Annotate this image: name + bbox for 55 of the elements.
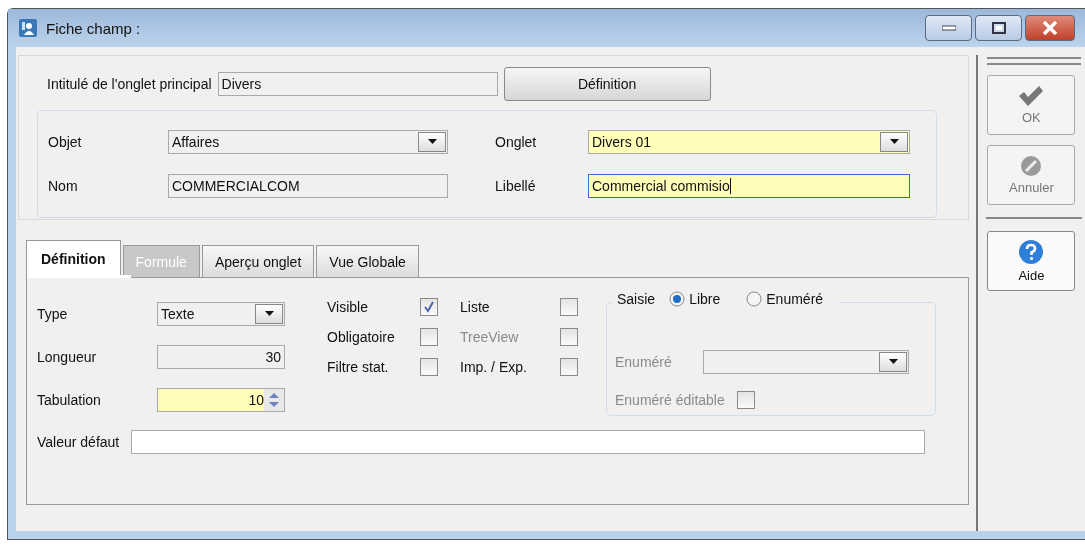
spinner-arrows-icon[interactable] — [264, 389, 284, 412]
field-label: Enuméré — [615, 354, 673, 370]
checkmark-icon — [1018, 85, 1045, 107]
radio-icon[interactable] — [746, 291, 763, 307]
checkbox-label: TreeView — [460, 329, 520, 345]
text-field[interactable] — [131, 430, 926, 454]
checkbox[interactable] — [420, 358, 438, 376]
checkbox[interactable] — [560, 358, 578, 376]
close-icon — [1042, 21, 1058, 35]
readonly-field[interactable]: 30 — [157, 345, 285, 369]
dropdown-field[interactable]: Divers 01 — [588, 130, 910, 154]
readonly-field[interactable]: Divers — [217, 72, 498, 96]
checkbox[interactable] — [420, 328, 438, 346]
checkbox[interactable] — [420, 298, 438, 316]
checkbox-label: Imp. / Exp. — [460, 359, 528, 375]
field-label: Intitulé de l'onglet principal — [47, 76, 212, 92]
checkbox-label: Visible — [327, 299, 369, 315]
close-button[interactable] — [1025, 15, 1075, 41]
checkbox-label: Enuméré éditable — [615, 392, 725, 408]
help-button[interactable]: Aide — [987, 231, 1076, 291]
dropdown-field[interactable]: Texte — [157, 301, 285, 326]
text-field[interactable]: Commercial commisio — [588, 174, 910, 198]
field-label: Objet — [48, 134, 83, 150]
no-entry-icon — [1020, 155, 1043, 177]
definition-button[interactable]: Définition — [503, 67, 711, 101]
field-label: Tabulation — [37, 392, 102, 409]
dropdown-field[interactable]: Affaires — [168, 130, 448, 154]
checkbox[interactable] — [560, 298, 578, 316]
field-label: Valeur défaut — [37, 434, 120, 450]
minimize-icon — [941, 25, 956, 31]
field-label: Libellé — [495, 178, 537, 194]
help-icon — [1018, 239, 1045, 265]
field-label: Longueur — [37, 349, 98, 365]
field-label: Nom — [48, 178, 79, 194]
spinner-field[interactable]: 10 — [157, 388, 285, 413]
checkbox-label: Filtre stat. — [327, 359, 390, 375]
minimize-button[interactable] — [925, 15, 972, 41]
tab[interactable]: Définition — [26, 240, 121, 277]
window-title: Fiche champ : — [46, 19, 141, 37]
radio-icon[interactable] — [669, 291, 686, 307]
maximize-button[interactable] — [975, 15, 1022, 41]
field-label: Onglet — [495, 134, 538, 150]
readonly-field[interactable]: COMMERCIALCOM — [168, 174, 448, 198]
checkbox[interactable] — [736, 391, 755, 409]
tab[interactable]: Aperçu onglet — [201, 245, 315, 277]
checkbox-label: Obligatoire — [327, 329, 396, 345]
maximize-icon — [991, 22, 1006, 34]
checkbox-label: Liste — [460, 299, 491, 315]
tab[interactable]: Vue Globale — [316, 245, 419, 277]
app-icon — [18, 18, 38, 38]
radio-option[interactable]: Libre — [669, 291, 733, 307]
group-title: Saisie — [617, 291, 656, 307]
dropdown-field[interactable] — [703, 350, 909, 374]
radio-option[interactable]: Enuméré — [746, 291, 836, 307]
field-label: Type — [37, 305, 69, 322]
